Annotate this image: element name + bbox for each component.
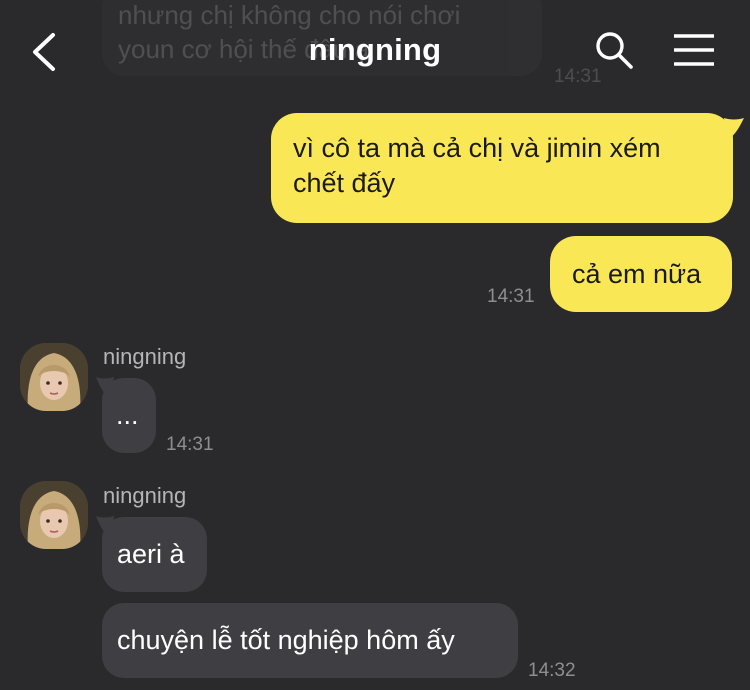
avatar[interactable] <box>20 481 88 549</box>
avatar[interactable] <box>20 343 88 411</box>
message-time: 14:32 <box>528 660 576 681</box>
avatar-photo <box>20 343 88 411</box>
my-message-bubble[interactable]: cả em nữa <box>550 236 732 312</box>
my-message-line2: chết đấy <box>293 168 396 198</box>
my-message-text: cả em nữa <box>572 259 702 289</box>
back-arrow-icon <box>33 33 55 71</box>
back-button[interactable] <box>26 30 66 74</box>
message-time: 14:31 <box>487 286 535 307</box>
search-icon <box>596 32 633 69</box>
my-message-line1: vì cô ta mà cả chị và jimin xém <box>293 133 661 163</box>
other-message-bubble[interactable]: chuyện lễ tốt nghiệp hôm ấy <box>102 603 518 678</box>
search-button[interactable] <box>594 30 634 70</box>
chat-screen: nhưng chị không cho nói chơi youn cơ hội… <box>0 0 750 690</box>
menu-button[interactable] <box>672 32 716 68</box>
other-message-text: aeri à <box>117 539 185 569</box>
sender-name: ningning <box>103 483 187 508</box>
sender-name: ningning <box>103 344 187 369</box>
menu-icon <box>674 34 714 66</box>
other-message-bubble[interactable]: ... <box>102 378 156 453</box>
chat-header: ningning <box>0 0 750 100</box>
my-message-bubble[interactable]: vì cô ta mà cả chị và jimin xém chết đấy <box>271 113 733 223</box>
other-message-text: ... <box>116 400 139 430</box>
other-message-text: chuyện lễ tốt nghiệp hôm ấy <box>117 625 455 655</box>
chat-title: ningning <box>308 32 442 67</box>
other-message-bubble[interactable]: aeri à <box>102 517 207 592</box>
message-time: 14:31 <box>166 434 214 455</box>
avatar-photo <box>20 481 88 549</box>
